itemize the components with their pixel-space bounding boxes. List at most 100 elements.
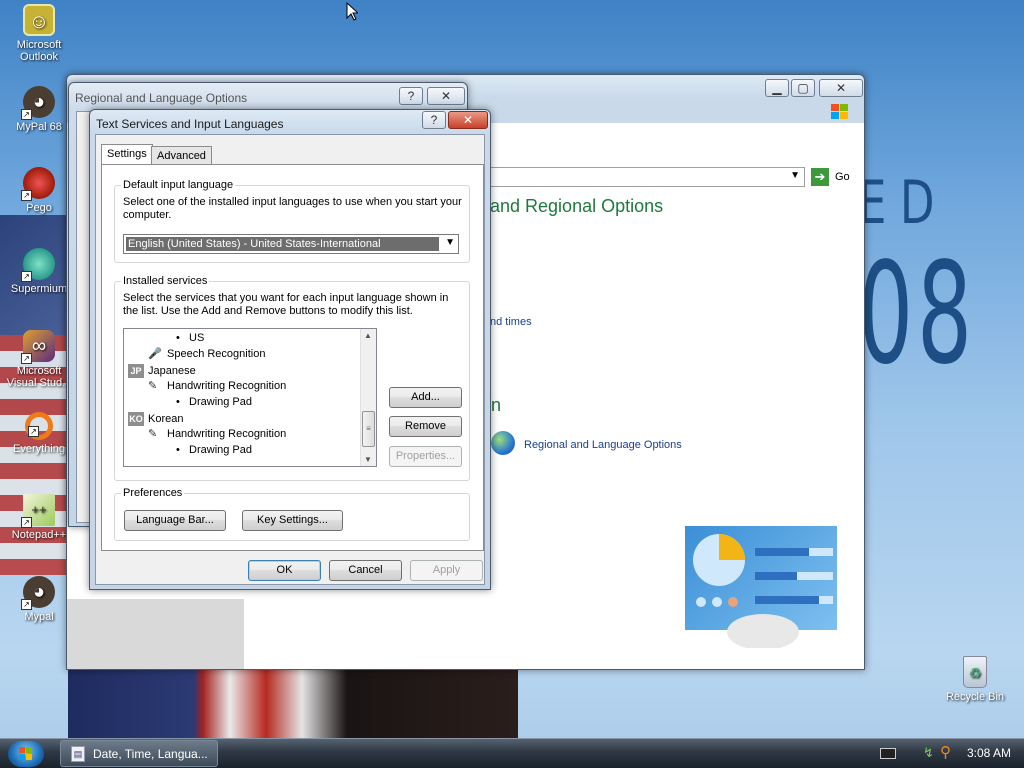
notepad-icon: ++ ↗ bbox=[21, 494, 55, 528]
minimize-button[interactable]: ▁ bbox=[765, 79, 789, 97]
shortcut-arrow-icon: ↗ bbox=[21, 599, 32, 610]
taskbar: ▤ Date, Time, Langua... ↯ ⚲ 3:08 AM bbox=[0, 738, 1024, 768]
dialog-title: Regional and Language Options bbox=[75, 91, 248, 105]
tree-item[interactable]: • Drawing Pad bbox=[176, 396, 252, 408]
supermium-icon: ↗ bbox=[21, 248, 55, 282]
go-arrow-icon[interactable]: ➔ bbox=[811, 168, 829, 186]
tree-item[interactable]: 🎤 Speech Recognition bbox=[148, 348, 265, 360]
tab-advanced[interactable]: Advanced bbox=[151, 146, 212, 166]
tab-panel-settings: Default input language Select one of the… bbox=[101, 164, 484, 551]
language-bar-button[interactable]: Language Bar... bbox=[124, 510, 226, 531]
selected-language: English (United States) - United States-… bbox=[126, 237, 439, 251]
shortcut-arrow-icon: ↗ bbox=[21, 109, 32, 120]
network-icon[interactable]: ↯ bbox=[923, 745, 934, 761]
taskbar-button-label: Date, Time, Langua... bbox=[93, 747, 208, 761]
tree-item-language[interactable]: KO Korean bbox=[128, 412, 183, 426]
pego-icon: ↗ bbox=[21, 167, 55, 201]
wallpaper-flag-art bbox=[68, 668, 518, 738]
group-description: Select the services that you want for ea… bbox=[123, 292, 449, 317]
close-button[interactable]: ✕ bbox=[427, 87, 465, 105]
desktop-icon-everything[interactable]: ↗ Everything bbox=[4, 412, 74, 455]
control-panel-icon: ▤ bbox=[71, 746, 85, 762]
shortcut-arrow-icon: ↗ bbox=[21, 353, 32, 364]
desktop-icon-label: Microsoft Visual Stud... bbox=[6, 365, 72, 389]
link-date-times[interactable]: nd times bbox=[490, 316, 532, 328]
desktop-icon-pego[interactable]: ↗ Pego bbox=[4, 167, 74, 214]
group-label: Default input language bbox=[121, 179, 236, 191]
desktop-icon-notepadpp[interactable]: ++ ↗ Notepad++ bbox=[4, 494, 74, 541]
dialog-body: Settings Advanced Default input language… bbox=[95, 134, 485, 585]
go-label[interactable]: Go bbox=[835, 171, 850, 183]
close-button[interactable]: ✕ bbox=[448, 111, 488, 129]
properties-button[interactable]: Properties... bbox=[389, 446, 462, 467]
help-button[interactable]: ? bbox=[422, 111, 446, 129]
section-heading: n bbox=[491, 395, 502, 415]
tab-settings[interactable]: Settings bbox=[101, 144, 153, 166]
desktop-icon-label: MyPal 68 bbox=[16, 121, 62, 133]
chevron-down-icon[interactable]: ▼ bbox=[790, 170, 800, 181]
scroll-thumb[interactable]: ≡ bbox=[362, 411, 375, 447]
outlook-icon: ☺ bbox=[23, 4, 55, 36]
tree-item[interactable]: • Drawing Pad bbox=[176, 444, 252, 456]
clock[interactable]: 3:08 AM bbox=[967, 746, 1011, 760]
services-tree[interactable]: • US 🎤 Speech Recognition JP Japanese ✎ Han… bbox=[123, 328, 377, 467]
link-regional-language[interactable]: Regional and Language Options bbox=[524, 439, 682, 451]
keyboard-icon[interactable] bbox=[880, 748, 896, 759]
vertical-scrollbar[interactable]: ▲ ≡ ▼ bbox=[360, 329, 376, 466]
desktop-icon-label: Recycle Bin bbox=[945, 691, 1005, 703]
desktop-icon-mypal[interactable]: ◕ ↗ Mypal bbox=[4, 576, 74, 623]
taskbar-button-regional[interactable]: ▤ Date, Time, Langua... bbox=[60, 740, 218, 767]
desktop-icon-visual-studio[interactable]: ∞ ↗ Microsoft Visual Stud... bbox=[4, 330, 74, 389]
group-label: Preferences bbox=[121, 487, 185, 499]
shortcut-arrow-icon: ↗ bbox=[21, 517, 32, 528]
remove-button[interactable]: Remove bbox=[389, 416, 462, 437]
ok-button[interactable]: OK bbox=[248, 560, 321, 581]
default-input-language-group: Default input language Select one of the… bbox=[114, 179, 470, 263]
chevron-down-icon[interactable]: ▼ bbox=[445, 237, 455, 248]
language-badge-icon: KO bbox=[128, 412, 144, 426]
desktop-icon-label: Notepad++ bbox=[11, 529, 67, 541]
scroll-down-icon[interactable]: ▼ bbox=[364, 455, 372, 464]
desktop-icon-supermium[interactable]: ↗ Supermium bbox=[4, 248, 74, 295]
key-settings-button[interactable]: Key Settings... bbox=[242, 510, 343, 531]
language-badge-icon: JP bbox=[128, 364, 144, 378]
windows-logo-icon bbox=[829, 103, 851, 121]
microphone-icon: 🎤 bbox=[148, 348, 162, 361]
tree-item-language[interactable]: JP Japanese bbox=[128, 364, 196, 378]
desktop-icon-mypal68[interactable]: ◕ ↗ MyPal 68 bbox=[4, 86, 74, 133]
desktop-icon-label: Pego bbox=[26, 202, 52, 214]
globe-icon bbox=[491, 431, 515, 455]
pen-icon: ✎ bbox=[148, 380, 158, 393]
desktop-icon-outlook[interactable]: ☺ Microsoft Outlook bbox=[4, 4, 74, 63]
search-icon[interactable]: ⚲ bbox=[940, 743, 951, 761]
default-language-select[interactable]: English (United States) - United States-… bbox=[123, 234, 459, 254]
shortcut-arrow-icon: ↗ bbox=[28, 426, 39, 437]
dialog-title: Text Services and Input Languages bbox=[96, 117, 284, 131]
desktop-icon-label: Everything bbox=[13, 443, 65, 455]
maximize-button[interactable]: ▢ bbox=[791, 79, 815, 97]
text-services-dialog[interactable]: Text Services and Input Languages ? ✕ Se… bbox=[89, 109, 491, 590]
desktop-icon-label: Mypal bbox=[24, 611, 54, 623]
desktop-icon-label: Supermium bbox=[10, 283, 68, 295]
address-bar[interactable]: ▼ bbox=[485, 167, 805, 187]
scroll-up-icon[interactable]: ▲ bbox=[364, 331, 372, 340]
installed-services-group: Installed services Select the services t… bbox=[114, 275, 470, 481]
sidebar-bottom bbox=[67, 599, 244, 669]
tree-item[interactable]: • US bbox=[176, 332, 204, 344]
add-button[interactable]: Add... bbox=[389, 387, 462, 408]
visual-studio-icon: ∞ ↗ bbox=[21, 330, 55, 364]
apply-button[interactable]: Apply bbox=[410, 560, 483, 581]
mouse-cursor-icon bbox=[346, 1, 360, 24]
desktop-icon-label: Microsoft Outlook bbox=[16, 39, 62, 63]
recycle-bin-icon: ♻ bbox=[963, 656, 987, 688]
tree-item[interactable]: ✎ Handwriting Recognition bbox=[148, 380, 286, 392]
wallpaper-text-ed: ED bbox=[858, 168, 949, 238]
cancel-button[interactable]: Cancel bbox=[329, 560, 402, 581]
help-button[interactable]: ? bbox=[399, 87, 423, 105]
tree-item[interactable]: ✎ Handwriting Recognition bbox=[148, 428, 286, 440]
desktop-icon-recycle-bin[interactable]: ♻ Recycle Bin bbox=[940, 656, 1010, 703]
close-button[interactable]: ✕ bbox=[819, 79, 863, 97]
preferences-group: Preferences Language Bar... Key Settings… bbox=[114, 487, 470, 541]
pen-icon: ✎ bbox=[148, 428, 158, 441]
start-orb-button[interactable] bbox=[8, 741, 44, 767]
